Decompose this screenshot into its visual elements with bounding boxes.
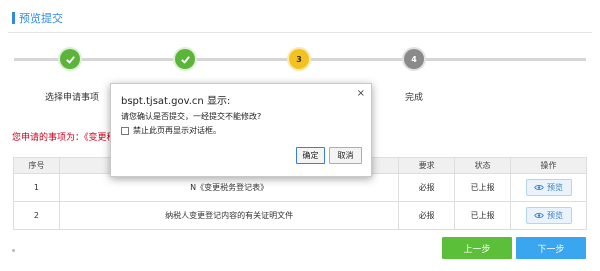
suppress-dialog-label: 禁止此页再显示对话框。: [133, 126, 221, 135]
dialog-ok-button[interactable]: 确定: [296, 147, 325, 164]
dialog-close-button[interactable]: ×: [357, 88, 365, 99]
dialog-cancel-button[interactable]: 取消: [329, 147, 362, 164]
suppress-dialog-option[interactable]: 禁止此页再显示对话框。: [121, 125, 221, 136]
confirm-dialog: bspt.tjsat.gov.cn 显示: × 请您确认是否提交，一经提交不能修…: [110, 83, 372, 177]
suppress-dialog-checkbox[interactable]: [121, 126, 129, 135]
dialog-message: 请您确认是否提交，一经提交不能修改?: [121, 112, 262, 121]
modal-overlay: bspt.tjsat.gov.cn 显示: × 请您确认是否提交，一经提交不能修…: [0, 0, 600, 271]
dialog-title: bspt.tjsat.gov.cn 显示:: [121, 96, 231, 107]
